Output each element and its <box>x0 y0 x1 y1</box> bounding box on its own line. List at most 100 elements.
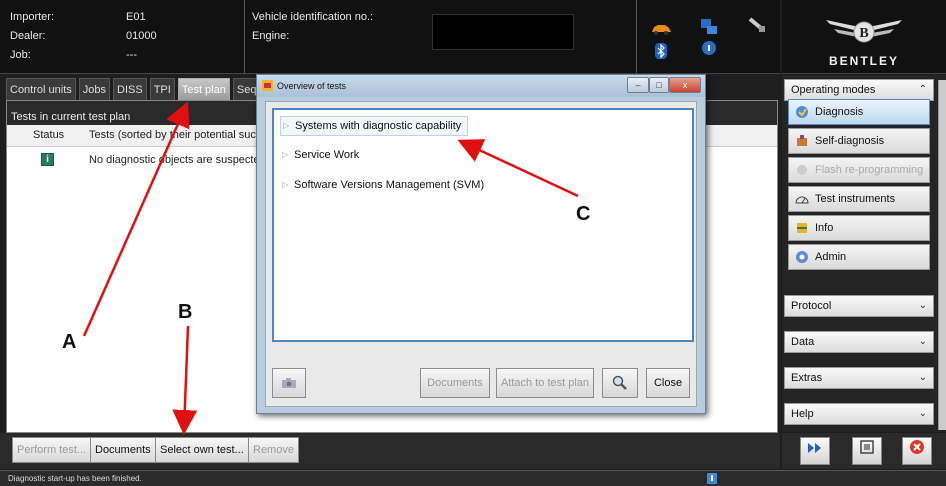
tab-jobs[interactable]: Jobs <box>78 78 111 100</box>
list-item-label: Software Versions Management (SVM) <box>294 179 485 191</box>
mode-label: Info <box>815 222 834 234</box>
mode-label: Diagnosis <box>815 106 864 118</box>
tab-test-plan[interactable]: Test plan <box>177 78 230 100</box>
maximize-button[interactable]: □ <box>649 77 669 93</box>
dealer-value: 01000 <box>126 30 157 42</box>
status-info-icon[interactable] <box>706 472 718 485</box>
test-instruments-icon <box>795 196 809 204</box>
tab-diss[interactable]: DISS <box>113 78 147 100</box>
job-label: Job: <box>10 49 31 61</box>
frame-icon <box>860 440 874 454</box>
perform-test-button[interactable]: Perform test... <box>12 437 92 463</box>
dialog-titlebar[interactable]: Overview of tests – □ x <box>257 75 705 97</box>
right-panel-scrollbar[interactable] <box>938 80 946 430</box>
header-divider <box>636 0 637 74</box>
flash-icon <box>797 165 807 175</box>
double-arrow-right-icon <box>808 443 821 453</box>
admin-icon <box>796 251 808 263</box>
chevron-down-icon: ⌄ <box>918 300 927 311</box>
chevron-up-icon: ⌃ <box>918 84 927 95</box>
chevron-down-icon: ⌄ <box>918 408 927 419</box>
column-tests[interactable]: Tests (sorted by their potential suc <box>89 129 256 141</box>
column-status[interactable]: Status <box>33 129 64 141</box>
camera-icon <box>282 378 296 388</box>
select-own-test-button[interactable]: Select own test... <box>155 437 249 463</box>
screenshot-button[interactable] <box>852 437 882 465</box>
info-bubble-icon[interactable] <box>698 40 720 58</box>
tab-tpi[interactable]: TPI <box>149 78 175 100</box>
list-item-label: Service Work <box>294 149 360 161</box>
tests-tree-list: ▷ Systems with diagnostic capability ▷ S… <box>272 108 694 342</box>
mode-admin[interactable]: Admin <box>788 244 930 270</box>
vin-label: Vehicle identification no.: <box>252 11 374 23</box>
expand-triangle-icon[interactable]: ▷ <box>282 146 288 164</box>
mode-label: Self-diagnosis <box>815 135 885 147</box>
search-button[interactable] <box>602 368 638 398</box>
close-window-button[interactable]: x <box>669 77 701 93</box>
dialog-app-icon <box>262 80 273 91</box>
bentley-wings-icon: B <box>826 20 902 43</box>
header-bar: Importer: Dealer: Job: E01 01000 --- Veh… <box>0 0 780 74</box>
data-header[interactable]: Data ⌄ <box>784 331 934 353</box>
job-value: --- <box>126 49 137 61</box>
expand-triangle-icon[interactable]: ▷ <box>282 176 288 194</box>
mode-label: Admin <box>815 251 847 263</box>
chevron-down-icon: ⌄ <box>918 372 927 383</box>
search-icon <box>612 375 627 390</box>
forward-button[interactable] <box>800 437 830 465</box>
overview-of-tests-dialog: Overview of tests – □ x ▷ Systems with d… <box>256 74 706 414</box>
info-book-icon <box>797 223 807 233</box>
mode-test-instruments[interactable]: Test instruments <box>788 186 930 212</box>
mode-label: Flash re-programming <box>815 164 924 176</box>
header-values: E01 01000 --- <box>126 8 157 65</box>
help-label: Help <box>791 408 814 420</box>
operating-modes-header[interactable]: Operating modes ⌃ <box>784 79 934 101</box>
info-icon: i <box>41 153 54 166</box>
bluetooth-icon[interactable] <box>650 42 672 60</box>
engine-label: Engine: <box>252 30 290 42</box>
mode-self-diagnosis[interactable]: Self-diagnosis <box>788 128 930 154</box>
documents-button[interactable]: Documents <box>90 437 156 463</box>
list-item-svm[interactable]: ▷ Software Versions Management (SVM) <box>280 176 484 194</box>
protocol-label: Protocol <box>791 300 832 312</box>
tab-control-units[interactable]: Control units <box>6 78 76 100</box>
close-circle-icon <box>910 440 924 454</box>
dialog-body: ▷ Systems with diagnostic capability ▷ S… <box>265 101 697 407</box>
status-bar: Diagnostic start-up has been finished. <box>0 470 946 486</box>
minimize-button[interactable]: – <box>627 77 649 93</box>
car-icon[interactable] <box>650 20 672 38</box>
header-labels: Importer: Dealer: Job: <box>10 8 54 65</box>
list-item-systems[interactable]: ▷ Systems with diagnostic capability <box>280 116 469 136</box>
attach-to-test-plan-button[interactable]: Attach to test plan <box>496 368 594 398</box>
diag-plug-icon[interactable] <box>746 16 768 34</box>
expand-triangle-icon[interactable]: ▷ <box>283 117 289 135</box>
svg-text:B: B <box>859 26 868 41</box>
vin-value-box <box>432 14 574 50</box>
header-divider <box>244 0 245 74</box>
diagnosis-icon <box>796 106 808 118</box>
operating-modes-label: Operating modes <box>791 84 876 96</box>
list-item-service-work[interactable]: ▷ Service Work <box>280 146 359 164</box>
mode-label: Test instruments <box>815 193 896 205</box>
camera-button[interactable] <box>272 368 306 398</box>
help-header[interactable]: Help ⌄ <box>784 403 934 425</box>
dialog-documents-button[interactable]: Documents <box>420 368 490 398</box>
logo-area: B BENTLEY <box>782 0 946 74</box>
exit-button[interactable] <box>902 437 932 465</box>
importer-label: Importer: <box>10 11 55 23</box>
computer-icon[interactable] <box>698 18 720 36</box>
mode-info[interactable]: Info <box>788 215 930 241</box>
dialog-close-button[interactable]: Close <box>646 368 690 398</box>
tab-bar: Control units Jobs DISS TPI Test plan Se… <box>6 78 273 100</box>
dialog-title: Overview of tests <box>277 81 347 91</box>
extras-header[interactable]: Extras ⌄ <box>784 367 934 389</box>
importer-value: E01 <box>126 11 146 23</box>
mode-flash-reprogramming[interactable]: Flash re-programming <box>788 157 930 183</box>
mode-diagnosis[interactable]: Diagnosis <box>788 99 930 125</box>
vehicle-info: Vehicle identification no.: Engine: <box>252 8 373 46</box>
protocol-header[interactable]: Protocol ⌄ <box>784 295 934 317</box>
data-label: Data <box>791 336 815 348</box>
brand-name: BENTLEY <box>828 54 899 68</box>
dealer-label: Dealer: <box>10 30 46 42</box>
remove-button[interactable]: Remove <box>248 437 299 463</box>
